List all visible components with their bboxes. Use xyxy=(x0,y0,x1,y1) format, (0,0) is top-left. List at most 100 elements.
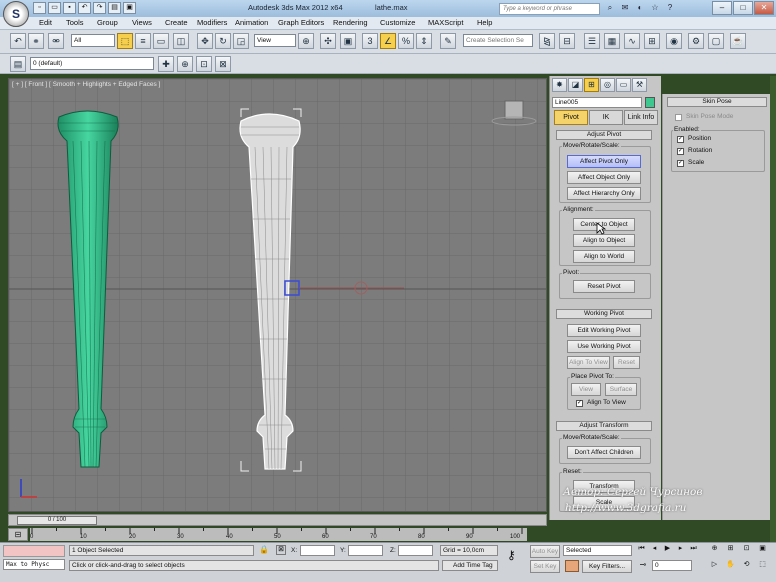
maxscript-listener-pink[interactable] xyxy=(3,545,65,557)
menu-group[interactable]: Group xyxy=(97,18,118,27)
affect-object-only-button[interactable]: Affect Object Only xyxy=(567,171,641,184)
rendered-frame-window-icon[interactable]: ▢ xyxy=(708,33,724,49)
auto-key-button[interactable]: Auto Key xyxy=(530,545,560,558)
menu-rendering[interactable]: Rendering xyxy=(333,18,368,27)
selection-filter-dropdown[interactable]: All xyxy=(71,34,115,47)
affect-hierarchy-only-button[interactable]: Affect Hierarchy Only xyxy=(567,187,641,200)
graphite-toolbar-icon[interactable]: ▦ xyxy=(604,33,620,49)
menu-views[interactable]: Views xyxy=(132,18,152,27)
keyboard-shortcut-override-icon[interactable]: ▣ xyxy=(340,33,356,49)
angle-snap-icon[interactable]: ∠ xyxy=(380,33,396,49)
select-manipulate-icon[interactable]: ✣ xyxy=(320,33,336,49)
go-to-end-icon[interactable]: ⏭ xyxy=(688,544,699,555)
time-slider-thumb[interactable]: 0 / 100 xyxy=(17,516,97,525)
y-coordinate-field[interactable] xyxy=(348,545,383,556)
select-object-icon[interactable]: ⬚ xyxy=(117,33,133,49)
current-frame-field[interactable]: 0 xyxy=(652,560,692,571)
open-mini-curve-editor-icon[interactable]: ⊟ xyxy=(8,528,28,541)
open-file-icon[interactable]: ▭ xyxy=(48,2,61,14)
reset-working-pivot-button[interactable]: Reset xyxy=(613,356,640,369)
skin-pose-rollout-header[interactable]: Skin Pose xyxy=(667,97,767,107)
zoom-extents-all-icon[interactable]: ▣ xyxy=(757,544,768,555)
use-working-pivot-button[interactable]: Use Working Pivot xyxy=(567,340,641,353)
key-mode-toggle-icon[interactable]: ⊸ xyxy=(637,560,649,572)
edit-named-selection-icon[interactable]: ✎ xyxy=(440,33,456,49)
communication-center-icon[interactable]: ◐ xyxy=(633,2,647,15)
default-key-tangent-icon[interactable] xyxy=(565,560,579,572)
tab-pivot[interactable]: Pivot xyxy=(554,110,588,125)
menu-tools[interactable]: Tools xyxy=(66,18,84,27)
layer-manager-icon[interactable]: ☰ xyxy=(584,33,600,49)
current-layer-dropdown[interactable]: 0 (default) xyxy=(30,57,154,70)
select-and-scale-icon[interactable]: ◲ xyxy=(233,33,249,49)
pan-view-icon[interactable]: ✋ xyxy=(725,560,736,571)
viewport-label[interactable]: [ + ] [ Front ] [ Smooth + Highlights + … xyxy=(12,81,160,88)
hierarchy-tab-icon[interactable]: ⊞ xyxy=(584,78,599,92)
adjust-pivot-rollout-header[interactable]: Adjust Pivot xyxy=(556,130,652,140)
window-crossing-icon[interactable]: ◫ xyxy=(173,33,189,49)
orbit-icon[interactable]: ⟲ xyxy=(741,560,752,571)
key-mode-dropdown[interactable]: Selected xyxy=(563,545,632,556)
save-file-icon[interactable]: ▪ xyxy=(63,2,76,14)
menu-graph-editors[interactable]: Graph Editors xyxy=(278,18,324,27)
modify-tab-icon[interactable]: ◪ xyxy=(568,78,583,92)
previous-frame-icon[interactable]: ◂ xyxy=(649,544,660,555)
mirror-icon[interactable]: ⧎ xyxy=(539,33,555,49)
select-by-name-icon[interactable]: ≡ xyxy=(135,33,151,49)
select-and-rotate-icon[interactable]: ↻ xyxy=(215,33,231,49)
app-logo-icon[interactable]: S xyxy=(3,1,29,27)
favorites-icon[interactable]: ☆ xyxy=(648,2,662,15)
help-icon[interactable]: ? xyxy=(663,2,677,15)
maximize-viewport-icon[interactable]: ⬚ xyxy=(757,560,768,571)
undo-icon[interactable]: ↶ xyxy=(78,2,91,14)
schematic-view-icon[interactable]: ⊞ xyxy=(644,33,660,49)
tab-link-info[interactable]: Link Info xyxy=(624,110,658,125)
menu-help[interactable]: Help xyxy=(477,18,492,27)
x-coordinate-field[interactable] xyxy=(300,545,335,556)
redo-icon[interactable]: ↷ xyxy=(93,2,106,14)
field-of-view-icon[interactable]: ▷ xyxy=(709,560,720,571)
align-to-view-checkbox[interactable]: ✓ xyxy=(576,400,583,407)
go-to-start-icon[interactable]: ⏮ xyxy=(636,544,647,555)
z-coordinate-field[interactable] xyxy=(398,545,433,556)
align-to-view-button[interactable]: Align To View xyxy=(567,356,610,369)
hold-icon[interactable]: ▤ xyxy=(108,2,121,14)
next-frame-icon[interactable]: ▸ xyxy=(675,544,686,555)
menu-create[interactable]: Create xyxy=(165,18,188,27)
project-folder-icon[interactable]: ▣ xyxy=(123,2,136,14)
tab-ik[interactable]: IK xyxy=(589,110,623,125)
snaps-toggle-icon[interactable]: 3 xyxy=(362,33,378,49)
subscription-icon[interactable]: ✉ xyxy=(618,2,632,15)
undo-icon[interactable]: ↶ xyxy=(10,33,26,49)
align-to-object-button[interactable]: Align to Object xyxy=(573,234,635,247)
scale-checkbox[interactable]: ✓ xyxy=(677,160,684,167)
menu-edit[interactable]: Edit xyxy=(39,18,52,27)
render-production-icon[interactable]: ☕ xyxy=(730,33,746,49)
search-input[interactable]: Type a keyword or phrase xyxy=(499,3,600,15)
select-and-move-icon[interactable]: ✥ xyxy=(197,33,213,49)
absolute-mode-icon[interactable]: ⊠ xyxy=(276,545,286,555)
utilities-tab-icon[interactable]: ⚒ xyxy=(632,78,647,92)
new-file-icon[interactable]: ▫ xyxy=(33,2,46,14)
rectangular-selection-icon[interactable]: ▭ xyxy=(153,33,169,49)
time-slider[interactable]: 0 / 100 xyxy=(8,514,547,526)
menu-animation[interactable]: Animation xyxy=(235,18,268,27)
material-editor-icon[interactable]: ◉ xyxy=(666,33,682,49)
create-layer-icon[interactable]: ✚ xyxy=(158,56,174,72)
key-filters-button[interactable]: Key Filters... xyxy=(582,560,632,573)
align-to-world-button[interactable]: Align to World xyxy=(573,250,635,263)
align-icon[interactable]: ⊟ xyxy=(559,33,575,49)
reset-pivot-button[interactable]: Reset Pivot xyxy=(573,280,635,293)
create-tab-icon[interactable]: ✸ xyxy=(552,78,567,92)
minimize-button[interactable]: – xyxy=(712,1,732,15)
skin-pose-mode-checkbox[interactable] xyxy=(675,114,682,121)
zoom-all-icon[interactable]: ⊞ xyxy=(725,544,736,555)
menu-maxscript[interactable]: MAXScript xyxy=(428,18,463,27)
layers-icon[interactable]: ▤ xyxy=(10,56,26,72)
display-tab-icon[interactable]: ▭ xyxy=(616,78,631,92)
unlink-icon[interactable]: ⚮ xyxy=(48,33,64,49)
view-button[interactable]: View xyxy=(571,383,601,396)
zoom-icon[interactable]: ⊕ xyxy=(709,544,720,555)
object-color-swatch[interactable] xyxy=(645,97,655,108)
zoom-extents-icon[interactable]: ⊡ xyxy=(741,544,752,555)
